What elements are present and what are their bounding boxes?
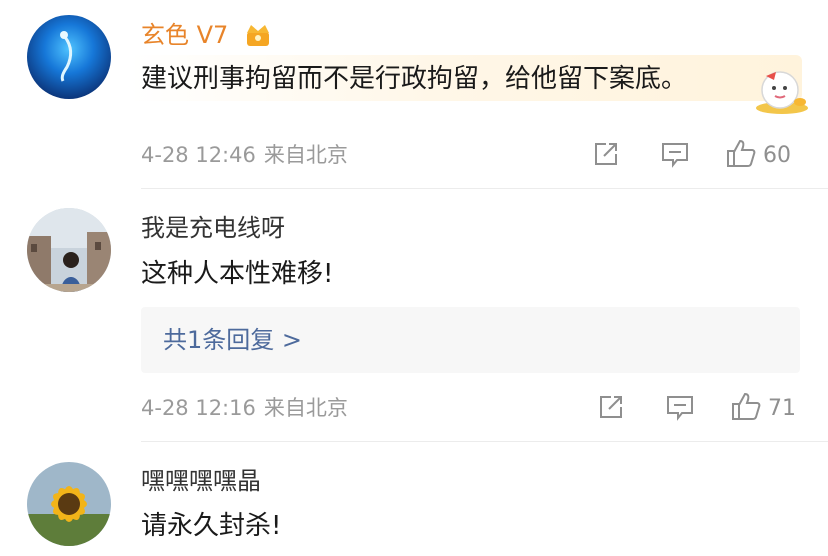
avatar[interactable]: [27, 462, 111, 546]
username[interactable]: 我是充电线呀: [141, 213, 285, 243]
like-button[interactable]: 71: [730, 391, 796, 425]
mascot-sticker-icon: [752, 62, 812, 122]
avatar[interactable]: [27, 208, 111, 292]
comment-location: 来自北京: [263, 143, 348, 167]
avatar[interactable]: [27, 15, 111, 99]
share-icon: [597, 393, 625, 425]
comment-location: 来自北京: [263, 396, 348, 420]
comment-date: 4-28 12:46: [141, 143, 256, 167]
view-replies-link[interactable]: 共1条回复 >: [163, 325, 302, 355]
share-button[interactable]: [592, 140, 620, 172]
thumbs-up-icon: [730, 391, 762, 425]
reply-button[interactable]: [665, 393, 695, 425]
comment-icon: [660, 140, 690, 172]
username[interactable]: 嘿嘿嘿嘿晶: [141, 466, 261, 496]
reply-button[interactable]: [660, 140, 690, 172]
comment-date: 4-28 12:16: [141, 396, 256, 420]
comment-item: 嘿嘿嘿嘿晶 请永久封杀!: [0, 442, 828, 556]
reply-summary-box[interactable]: 共1条回复 >: [141, 307, 800, 373]
comment-item: 我是充电线呀 这种人本性难移! 共1条回复 > 4-28 12:16 来自北京 7…: [0, 189, 828, 441]
comment-item: 玄色 V7 建议刑事拘留而不是行政拘留，给他留下案底。 4-28 12:46 来自…: [0, 0, 828, 188]
comment-icon: [665, 393, 695, 425]
comment-text: 建议刑事拘留而不是行政拘留，给他留下案底。: [141, 64, 688, 94]
share-button[interactable]: [597, 393, 625, 425]
thumbs-up-icon: [725, 138, 757, 172]
comment-text: 请永久封杀!: [141, 511, 282, 541]
comment-meta: 4-28 12:16 来自北京: [141, 394, 348, 422]
like-count: 71: [768, 395, 796, 421]
like-count: 60: [763, 142, 791, 168]
username[interactable]: 玄色 V7: [141, 20, 228, 50]
like-button[interactable]: 60: [725, 138, 791, 172]
crown-badge-icon: [244, 21, 272, 53]
comment-meta: 4-28 12:46 来自北京: [141, 141, 348, 169]
comment-text: 这种人本性难移!: [141, 259, 334, 289]
share-icon: [592, 140, 620, 172]
